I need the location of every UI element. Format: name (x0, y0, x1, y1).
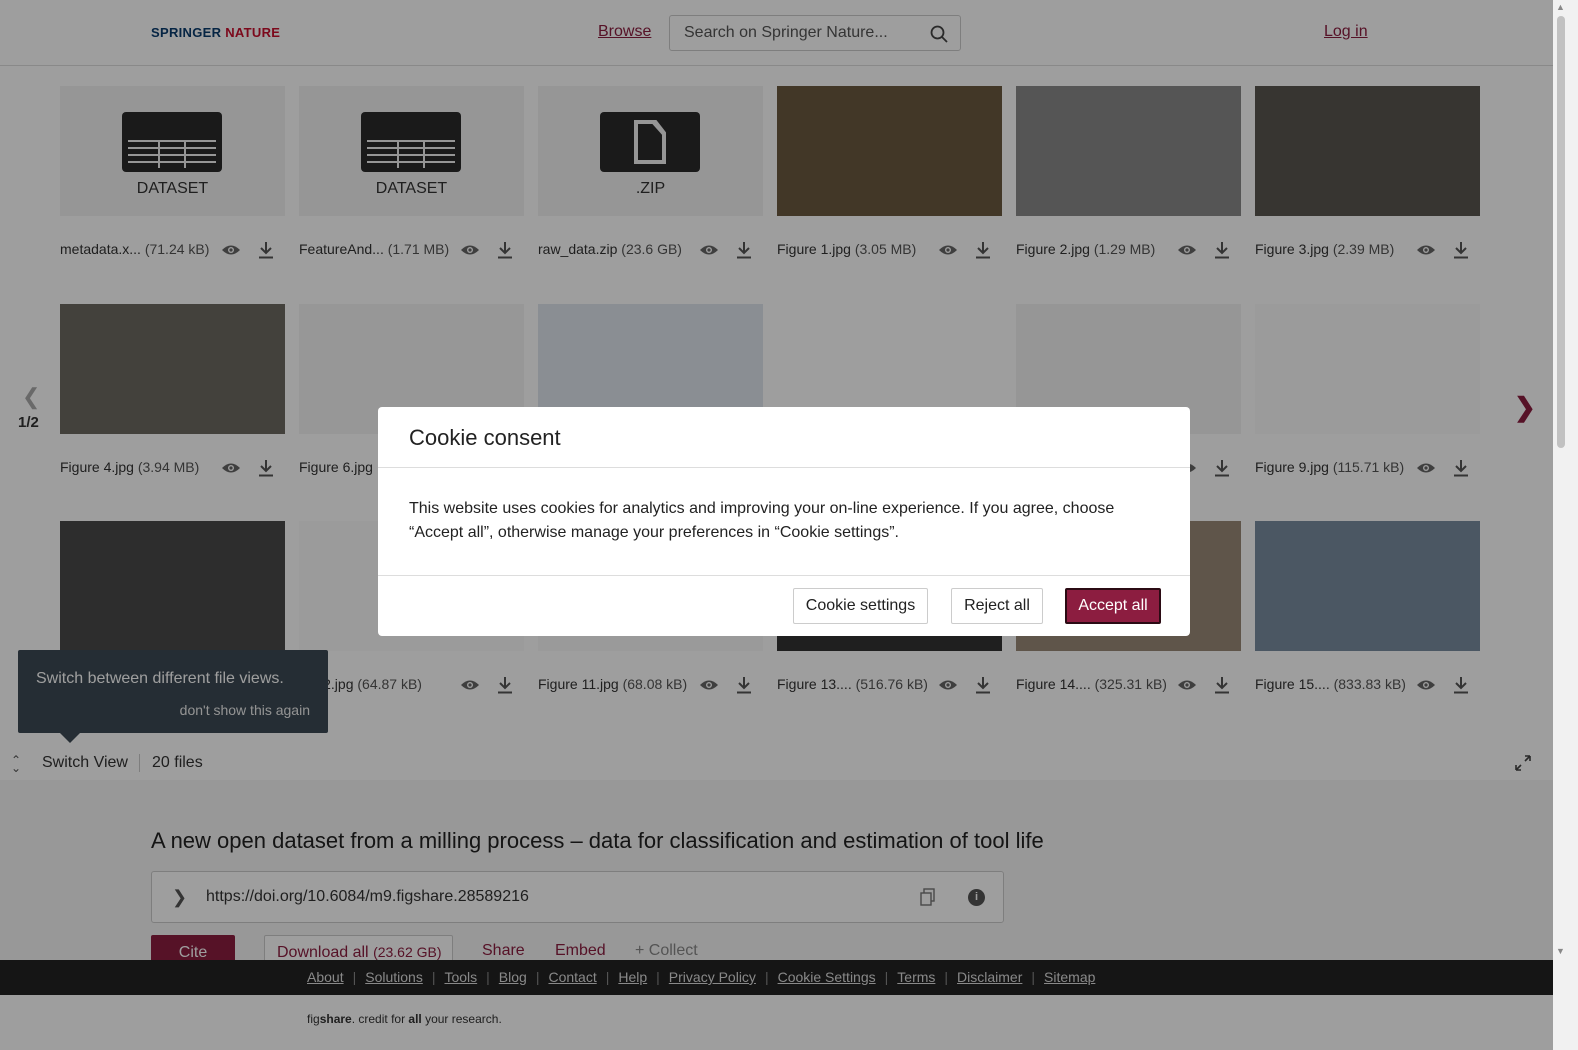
dialog-divider (378, 467, 1190, 468)
cookie-dialog-message: This website uses cookies for analytics … (409, 500, 1115, 541)
cookie-settings-button[interactable]: Cookie settings (793, 588, 928, 624)
accept-all-button[interactable]: Accept all (1065, 588, 1161, 624)
reject-all-button[interactable]: Reject all (951, 588, 1043, 624)
scroll-down-arrow-icon[interactable]: ▼ (1556, 946, 1565, 956)
page-scrollbar[interactable]: ▲ ▼ (1553, 0, 1578, 1050)
scroll-up-arrow-icon[interactable]: ▲ (1556, 2, 1565, 12)
cookie-dialog-title: Cookie consent (409, 425, 561, 450)
cookie-consent-dialog: Cookie consent This website uses cookies… (378, 407, 1190, 636)
dialog-divider (378, 575, 1190, 576)
scrollbar-thumb[interactable] (1557, 16, 1565, 448)
